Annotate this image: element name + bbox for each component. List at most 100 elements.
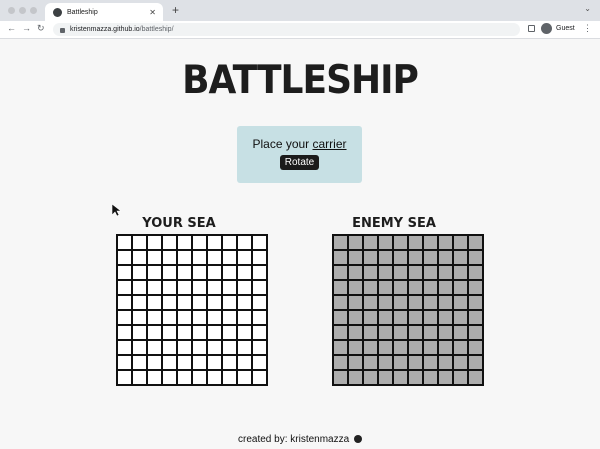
enemy-sea-cell[interactable] [333,340,348,355]
enemy-sea-cell[interactable] [468,340,483,355]
your-sea-cell[interactable] [147,310,162,325]
enemy-sea-cell[interactable] [453,265,468,280]
enemy-sea-cell[interactable] [393,280,408,295]
your-sea-cell[interactable] [132,265,147,280]
enemy-sea-cell[interactable] [438,280,453,295]
enemy-sea-cell[interactable] [453,295,468,310]
enemy-sea-cell[interactable] [378,340,393,355]
your-sea-cell[interactable] [132,310,147,325]
enemy-sea-cell[interactable] [378,310,393,325]
your-sea-cell[interactable] [132,355,147,370]
your-sea-cell[interactable] [237,355,252,370]
your-sea-cell[interactable] [237,265,252,280]
enemy-sea-cell[interactable] [363,325,378,340]
enemy-sea-cell[interactable] [423,235,438,250]
enemy-sea-cell[interactable] [363,295,378,310]
enemy-sea-cell[interactable] [333,370,348,385]
enemy-sea-cell[interactable] [408,265,423,280]
your-sea-cell[interactable] [117,370,132,385]
enemy-sea-cell[interactable] [378,325,393,340]
your-sea-cell[interactable] [237,295,252,310]
enemy-sea-cell[interactable] [393,250,408,265]
enemy-sea-cell[interactable] [393,235,408,250]
enemy-sea-cell[interactable] [468,355,483,370]
your-sea-cell[interactable] [117,310,132,325]
enemy-sea-cell[interactable] [438,250,453,265]
enemy-sea-cell[interactable] [423,355,438,370]
enemy-sea-cell[interactable] [468,325,483,340]
your-sea-cell[interactable] [207,325,222,340]
your-sea-cell[interactable] [162,280,177,295]
enemy-sea-cell[interactable] [348,310,363,325]
your-sea-cell[interactable] [147,325,162,340]
your-sea-cell[interactable] [147,295,162,310]
enemy-sea-cell[interactable] [408,355,423,370]
enemy-sea-cell[interactable] [438,310,453,325]
your-sea-cell[interactable] [177,370,192,385]
enemy-sea-cell[interactable] [468,295,483,310]
enemy-sea-cell[interactable] [468,310,483,325]
your-sea-cell[interactable] [117,355,132,370]
your-sea-cell[interactable] [147,340,162,355]
your-sea-cell[interactable] [117,280,132,295]
enemy-sea-cell[interactable] [438,355,453,370]
your-sea-cell[interactable] [192,310,207,325]
your-sea-cell[interactable] [237,235,252,250]
enemy-sea-cell[interactable] [438,340,453,355]
your-sea-cell[interactable] [117,340,132,355]
enemy-sea-cell[interactable] [438,325,453,340]
window-minimize-icon[interactable] [19,7,26,14]
window-close-icon[interactable] [8,7,15,14]
your-sea-cell[interactable] [207,280,222,295]
enemy-sea-cell[interactable] [453,355,468,370]
enemy-sea-cell[interactable] [423,340,438,355]
your-sea-cell[interactable] [162,250,177,265]
your-sea-cell[interactable] [132,250,147,265]
your-sea-cell[interactable] [222,235,237,250]
your-sea-cell[interactable] [162,325,177,340]
enemy-sea-cell[interactable] [423,280,438,295]
your-sea-cell[interactable] [162,355,177,370]
profile-button[interactable]: Guest [541,23,575,34]
your-sea-cell[interactable] [237,250,252,265]
enemy-sea-cell[interactable] [453,340,468,355]
your-sea-cell[interactable] [252,355,267,370]
your-sea-cell[interactable] [252,250,267,265]
your-sea-cell[interactable] [222,310,237,325]
your-sea-cell[interactable] [132,340,147,355]
enemy-sea-cell[interactable] [423,325,438,340]
enemy-sea-cell[interactable] [378,370,393,385]
your-sea-cell[interactable] [222,355,237,370]
enemy-sea-cell[interactable] [348,235,363,250]
your-sea-cell[interactable] [237,280,252,295]
your-sea-cell[interactable] [162,340,177,355]
enemy-sea-cell[interactable] [438,295,453,310]
back-icon[interactable]: ← [7,23,16,33]
enemy-sea-cell[interactable] [333,265,348,280]
your-sea-cell[interactable] [252,310,267,325]
enemy-sea-cell[interactable] [333,235,348,250]
enemy-sea-cell[interactable] [393,310,408,325]
enemy-sea-cell[interactable] [348,280,363,295]
your-sea-cell[interactable] [237,340,252,355]
your-sea-cell[interactable] [192,370,207,385]
your-sea-cell[interactable] [237,325,252,340]
url-field[interactable]: kristenmazza.github.io/battleship/ [53,23,520,36]
enemy-sea-cell[interactable] [393,370,408,385]
your-sea-cell[interactable] [147,370,162,385]
your-sea-cell[interactable] [162,310,177,325]
enemy-sea-cell[interactable] [453,310,468,325]
enemy-sea-cell[interactable] [423,265,438,280]
enemy-sea-cell[interactable] [348,370,363,385]
your-sea-cell[interactable] [192,250,207,265]
enemy-sea-cell[interactable] [378,355,393,370]
your-sea-cell[interactable] [222,340,237,355]
enemy-sea-cell[interactable] [348,340,363,355]
enemy-sea-cell[interactable] [393,295,408,310]
enemy-sea-cell[interactable] [423,370,438,385]
enemy-sea-cell[interactable] [393,325,408,340]
enemy-sea-cell[interactable] [333,280,348,295]
your-sea-cell[interactable] [207,235,222,250]
enemy-sea-cell[interactable] [348,295,363,310]
enemy-sea-cell[interactable] [333,310,348,325]
